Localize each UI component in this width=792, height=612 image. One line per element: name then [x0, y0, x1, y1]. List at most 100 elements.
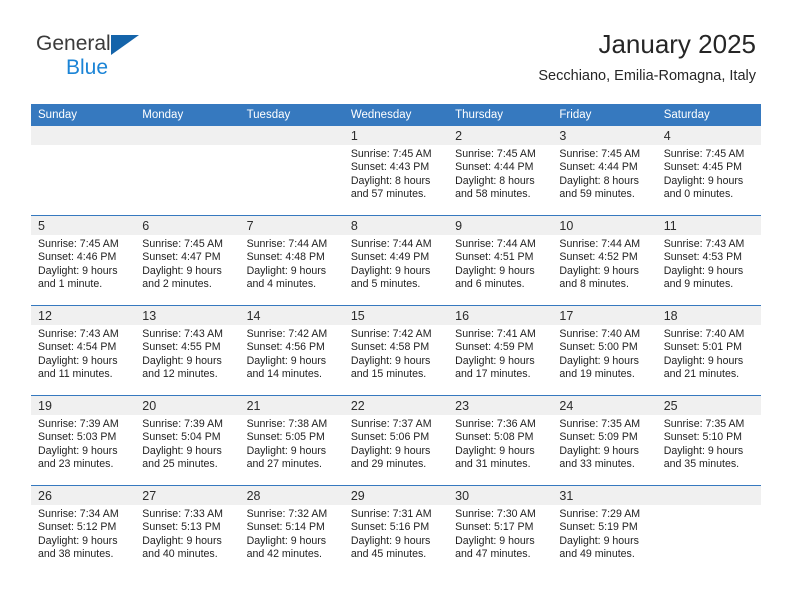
sunrise-text: Sunrise: 7:31 AM [350, 508, 432, 520]
daylight-text: Daylight: 9 hours and 9 minutes. [663, 264, 744, 291]
day-number: 16 [448, 306, 553, 325]
day-number: 15 [343, 306, 449, 325]
calendar-day-cell[interactable]: 23 Sunrise: 7:36 AM Sunset: 5:08 PM Dayligh… [448, 395, 553, 486]
calendar-day-cell[interactable]: 14 Sunrise: 7:42 AM Sunset: 4:56 PM Dayligh… [239, 305, 344, 396]
day-details: Sunrise: 7:45 AM Sunset: 4:46 PM Daylight:… [31, 235, 135, 292]
day-details: Sunrise: 7:39 AM Sunset: 5:03 PM Daylight:… [31, 415, 135, 472]
calendar-day-cell[interactable]: 16 Sunrise: 7:41 AM Sunset: 4:59 PM Dayligh… [448, 305, 553, 396]
day-cell-inner: 1 Sunrise: 7:45 AM Sunset: 4:43 PM Daylight… [343, 126, 449, 215]
day-number: 19 [31, 396, 136, 415]
day-details: Sunrise: 7:40 AM Sunset: 5:01 PM Daylight:… [657, 325, 761, 382]
daylight-text: Daylight: 9 hours and 25 minutes. [142, 444, 222, 471]
weekday-header-friday: Friday [552, 104, 657, 126]
daylight-text: Daylight: 9 hours and 19 minutes. [559, 354, 639, 381]
day-cell-inner: 11 Sunrise: 7:43 AM Sunset: 4:53 PM Dayligh… [656, 216, 761, 305]
day-number: 22 [343, 396, 449, 415]
sunset-text: Sunset: 5:03 PM [38, 431, 117, 444]
day-number: 5 [31, 216, 136, 235]
day-number: 8 [343, 216, 449, 235]
daylight-text: Daylight: 9 hours and 21 minutes. [663, 354, 744, 381]
daylight-text: Daylight: 9 hours and 8 minutes. [559, 264, 639, 291]
calendar-day-cell[interactable]: 7 Sunrise: 7:44 AM Sunset: 4:48 PM Daylight… [239, 215, 344, 306]
day-cell-inner: 25 Sunrise: 7:35 AM Sunset: 5:10 PM Dayligh… [656, 396, 761, 485]
day-cell-inner: 15 Sunrise: 7:42 AM Sunset: 4:58 PM Dayligh… [343, 306, 449, 395]
calendar-day-cell[interactable]: 2 Sunrise: 7:45 AM Sunset: 4:44 PM Daylight… [448, 126, 553, 216]
calendar-day-cell[interactable]: 11 Sunrise: 7:43 AM Sunset: 4:53 PM Dayligh… [656, 215, 761, 306]
day-cell-inner: 5 Sunrise: 7:45 AM Sunset: 4:46 PM Daylight… [31, 216, 136, 305]
calendar-day-cell[interactable]: 24 Sunrise: 7:35 AM Sunset: 5:09 PM Dayligh… [552, 395, 657, 486]
calendar-day-cell[interactable]: 3 Sunrise: 7:45 AM Sunset: 4:44 PM Daylight… [552, 126, 657, 216]
daylight-text: Daylight: 9 hours and 1 minute. [38, 264, 118, 291]
calendar-day-cell[interactable]: 4 Sunrise: 7:45 AM Sunset: 4:45 PM Daylight… [656, 126, 761, 216]
sunrise-text: Sunrise: 7:45 AM [350, 148, 432, 160]
day-cell-inner [135, 126, 240, 215]
sunrise-sunset-calendar: Sunday Monday Tuesday Wednesday Thursday… [31, 104, 761, 575]
calendar-day-cell[interactable]: 21 Sunrise: 7:38 AM Sunset: 5:05 PM Dayligh… [239, 395, 344, 486]
calendar-day-cell[interactable]: 15 Sunrise: 7:42 AM Sunset: 4:58 PM Dayligh… [343, 305, 449, 396]
day-number: 25 [656, 396, 761, 415]
day-number: 24 [552, 396, 657, 415]
page-subtitle: Secchiano, Emilia-Romagna, Italy [538, 68, 756, 84]
day-cell-inner: 9 Sunrise: 7:44 AM Sunset: 4:51 PM Daylight… [448, 216, 553, 305]
calendar-day-cell[interactable]: 20 Sunrise: 7:39 AM Sunset: 5:04 PM Dayligh… [135, 395, 240, 486]
sunset-text: Sunset: 4:56 PM [246, 341, 325, 354]
day-number: 10 [552, 216, 657, 235]
sunrise-text: Sunrise: 7:39 AM [142, 418, 223, 430]
weekday-header-sunday: Sunday [31, 104, 136, 126]
day-cell-inner: 22 Sunrise: 7:37 AM Sunset: 5:06 PM Dayligh… [343, 396, 449, 485]
day-number: 29 [343, 486, 449, 505]
sunset-text: Sunset: 5:00 PM [559, 341, 638, 354]
calendar-day-cell[interactable]: 19 Sunrise: 7:39 AM Sunset: 5:03 PM Dayligh… [31, 395, 136, 486]
calendar-day-cell[interactable]: 17 Sunrise: 7:40 AM Sunset: 5:00 PM Dayligh… [552, 305, 657, 396]
sunset-text: Sunset: 4:43 PM [350, 161, 430, 174]
general-blue-logo: General Blue [36, 32, 166, 84]
calendar-day-cell[interactable]: 27 Sunrise: 7:33 AM Sunset: 5:13 PM Dayligh… [135, 485, 240, 575]
calendar-day-cell[interactable]: 30 Sunrise: 7:30 AM Sunset: 5:17 PM Dayligh… [448, 485, 553, 575]
daylight-text: Daylight: 9 hours and 5 minutes. [350, 264, 431, 291]
day-details: Sunrise: 7:42 AM Sunset: 4:58 PM Daylight:… [344, 325, 448, 382]
daylight-text: Daylight: 9 hours and 6 minutes. [455, 264, 535, 291]
day-details: Sunrise: 7:39 AM Sunset: 5:04 PM Daylight:… [135, 415, 239, 472]
logo-top-row: General [36, 32, 166, 57]
weekday-header-row: Sunday Monday Tuesday Wednesday Thursday… [31, 104, 761, 126]
calendar-day-cell[interactable]: 26 Sunrise: 7:34 AM Sunset: 5:12 PM Dayligh… [31, 485, 136, 575]
sunrise-text: Sunrise: 7:44 AM [455, 238, 536, 250]
day-cell-inner: 17 Sunrise: 7:40 AM Sunset: 5:00 PM Dayligh… [552, 306, 657, 395]
calendar-day-cell[interactable]: 28 Sunrise: 7:32 AM Sunset: 5:14 PM Dayligh… [239, 485, 344, 575]
sunset-text: Sunset: 4:44 PM [559, 161, 638, 174]
calendar-day-cell[interactable]: 29 Sunrise: 7:31 AM Sunset: 5:16 PM Dayligh… [343, 485, 449, 575]
calendar-body: 1 Sunrise: 7:45 AM Sunset: 4:43 PM Daylight… [31, 126, 761, 575]
calendar-day-cell[interactable]: 12 Sunrise: 7:43 AM Sunset: 4:54 PM Dayligh… [31, 305, 136, 396]
calendar-day-cell[interactable]: 9 Sunrise: 7:44 AM Sunset: 4:51 PM Daylight… [448, 215, 553, 306]
day-details: Sunrise: 7:44 AM Sunset: 4:51 PM Daylight:… [448, 235, 552, 292]
calendar-week-row: 26 Sunrise: 7:34 AM Sunset: 5:12 PM Dayligh… [31, 485, 761, 575]
weekday-header-monday: Monday [135, 104, 240, 126]
calendar-day-cell[interactable]: 8 Sunrise: 7:44 AM Sunset: 4:49 PM Daylight… [343, 215, 449, 306]
calendar-day-cell[interactable]: 13 Sunrise: 7:43 AM Sunset: 4:55 PM Dayligh… [135, 305, 240, 396]
calendar-day-cell[interactable]: 1 Sunrise: 7:45 AM Sunset: 4:43 PM Daylight… [343, 126, 449, 216]
day-number [135, 126, 240, 145]
sunrise-text: Sunrise: 7:37 AM [350, 418, 432, 430]
daylight-text: Daylight: 9 hours and 14 minutes. [246, 354, 327, 381]
calendar-day-cell[interactable]: 5 Sunrise: 7:45 AM Sunset: 4:46 PM Daylight… [31, 215, 136, 306]
calendar-day-cell[interactable]: 10 Sunrise: 7:44 AM Sunset: 4:52 PM Dayligh… [552, 215, 657, 306]
sunrise-text: Sunrise: 7:45 AM [38, 238, 119, 250]
day-cell-inner: 8 Sunrise: 7:44 AM Sunset: 4:49 PM Daylight… [343, 216, 449, 305]
sunset-text: Sunset: 4:58 PM [350, 341, 430, 354]
calendar-day-cell[interactable]: 6 Sunrise: 7:45 AM Sunset: 4:47 PM Daylight… [135, 215, 240, 306]
sunrise-text: Sunrise: 7:36 AM [455, 418, 536, 430]
daylight-text: Daylight: 9 hours and 4 minutes. [246, 264, 327, 291]
daylight-text: Daylight: 9 hours and 0 minutes. [663, 174, 744, 201]
calendar-day-cell[interactable]: 18 Sunrise: 7:40 AM Sunset: 5:01 PM Dayligh… [656, 305, 761, 396]
sunset-text: Sunset: 5:01 PM [663, 341, 743, 354]
daylight-text: Daylight: 9 hours and 40 minutes. [142, 534, 222, 561]
calendar-day-cell-empty [656, 485, 761, 575]
day-number: 21 [239, 396, 344, 415]
day-number: 9 [448, 216, 553, 235]
sunset-text: Sunset: 5:10 PM [663, 431, 743, 444]
calendar-week-row: 1 Sunrise: 7:45 AM Sunset: 4:43 PM Daylight… [31, 126, 761, 216]
title-block: January 2025 Secchiano, Emilia-Romagna, … [538, 28, 756, 86]
calendar-day-cell[interactable]: 31 Sunrise: 7:29 AM Sunset: 5:19 PM Dayligh… [552, 485, 657, 575]
calendar-day-cell[interactable]: 25 Sunrise: 7:35 AM Sunset: 5:10 PM Dayligh… [656, 395, 761, 486]
calendar-day-cell[interactable]: 22 Sunrise: 7:37 AM Sunset: 5:06 PM Dayligh… [343, 395, 449, 486]
